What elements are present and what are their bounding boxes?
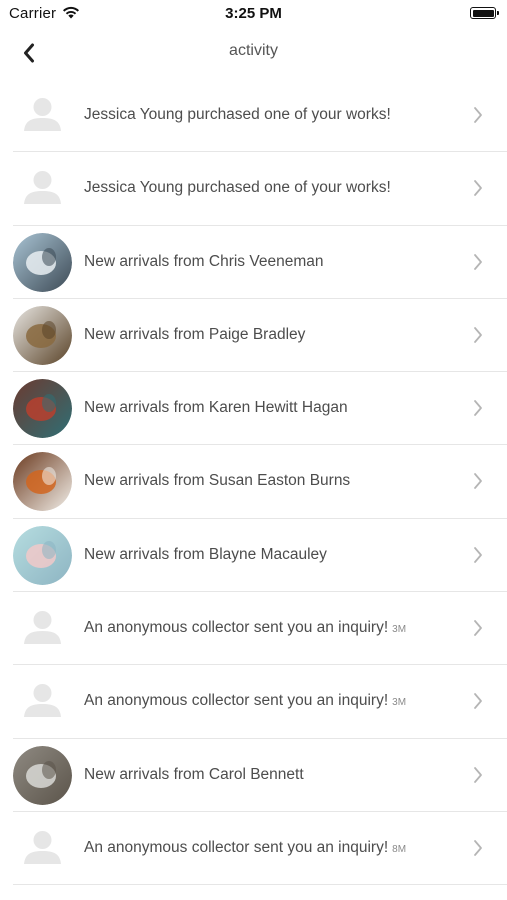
- activity-message: An anonymous collector sent you an inqui…: [84, 692, 389, 710]
- chevron-right-icon: [473, 399, 483, 417]
- activity-row[interactable]: New arrivals from Paige Bradley: [13, 299, 507, 373]
- activity-message: Jessica Young purchased one of your work…: [84, 106, 391, 123]
- activity-row[interactable]: New arrivals from Carol Bennett: [13, 739, 507, 812]
- activity-text: New arrivals from Susan Easton Burns: [84, 445, 350, 517]
- chevron-right-icon: [473, 106, 483, 124]
- activity-row[interactable]: An anonymous collector sent you an inqui…: [13, 592, 507, 666]
- chevron-right-icon: [473, 766, 483, 784]
- placeholder-user-icon: [13, 599, 72, 659]
- activity-text: New arrivals from Karen Hewitt Hagan: [84, 372, 348, 444]
- activity-text: New arrivals from Carol Bennett: [84, 739, 304, 811]
- placeholder-user-icon: [13, 86, 72, 145]
- activity-row[interactable]: New arrivals from Karen Hewitt Hagan: [13, 372, 507, 446]
- clock: 3:25 PM: [225, 5, 282, 22]
- activity-timestamp: 8M: [392, 843, 407, 855]
- activity-text: An anonymous collector sent you an inqui…: [84, 665, 406, 737]
- status-bar: Carrier 3:25 PM: [0, 0, 507, 28]
- placeholder-user-icon: [13, 818, 72, 878]
- artwork-avatar: [13, 452, 72, 512]
- activity-row[interactable]: Jessica Young purchased one of your work…: [13, 152, 507, 226]
- chevron-right-icon: [473, 253, 483, 271]
- activity-row[interactable]: An anonymous collector sent you an inqui…: [13, 812, 507, 886]
- activity-row[interactable]: New arrivals from Chris Veeneman: [13, 226, 507, 299]
- activity-message: New arrivals from Paige Bradley: [84, 325, 306, 343]
- navigation-bar: activity: [0, 28, 507, 78]
- chevron-right-icon: [473, 692, 483, 710]
- page-title: activity: [229, 42, 278, 59]
- activity-row[interactable]: New arrivals from Susan Easton Burns: [13, 445, 507, 519]
- activity-text: New arrivals from Blayne Macauley: [84, 519, 327, 591]
- activity-text: Jessica Young purchased one of your work…: [84, 79, 391, 151]
- artwork-avatar: [13, 232, 72, 292]
- activity-timestamp: 3M: [392, 624, 407, 636]
- activity-message: Jessica Young purchased one of your work…: [84, 179, 391, 197]
- placeholder-user-icon: [13, 672, 72, 732]
- chevron-right-icon: [473, 472, 483, 490]
- activity-timestamp: 3M: [392, 697, 407, 709]
- activity-text: New arrivals from Paige Bradley: [84, 299, 305, 371]
- activity-text: Jessica Young purchased one of your work…: [84, 152, 391, 224]
- activity-message: New arrivals from Karen Hewitt Hagan: [84, 399, 348, 417]
- activity-message: New arrivals from Blayne Macauley: [84, 545, 327, 563]
- chevron-right-icon: [473, 619, 483, 637]
- chevron-right-icon: [473, 546, 483, 564]
- activity-message: An anonymous collector sent you an inqui…: [84, 838, 389, 856]
- activity-text: An anonymous collector sent you an inqui…: [84, 812, 406, 884]
- artwork-avatar: [13, 525, 72, 585]
- activity-text: New arrivals from Chris Veeneman: [84, 226, 323, 298]
- chevron-right-icon: [473, 326, 483, 344]
- activity-message: New arrivals from Susan Easton Burns: [84, 472, 351, 490]
- activity-message: New arrivals from Carol Bennett: [84, 765, 304, 783]
- activity-list: Jessica Young purchased one of your work…: [0, 79, 507, 886]
- activity-row[interactable]: An anonymous collector sent you an inqui…: [13, 665, 507, 739]
- activity-text: An anonymous collector sent you an inqui…: [84, 592, 406, 664]
- activity-message: New arrivals from Chris Veeneman: [84, 252, 324, 270]
- chevron-right-icon: [473, 179, 483, 197]
- artwork-avatar: [13, 745, 72, 805]
- chevron-right-icon: [473, 839, 483, 857]
- activity-row[interactable]: Jessica Young purchased one of your work…: [13, 79, 507, 153]
- artwork-avatar: [13, 305, 72, 365]
- battery-icon: [470, 7, 499, 19]
- placeholder-user-icon: [13, 159, 72, 219]
- activity-message: An anonymous collector sent you an inqui…: [84, 619, 389, 637]
- artwork-avatar: [13, 379, 72, 439]
- activity-row[interactable]: New arrivals from Blayne Macauley: [13, 519, 507, 593]
